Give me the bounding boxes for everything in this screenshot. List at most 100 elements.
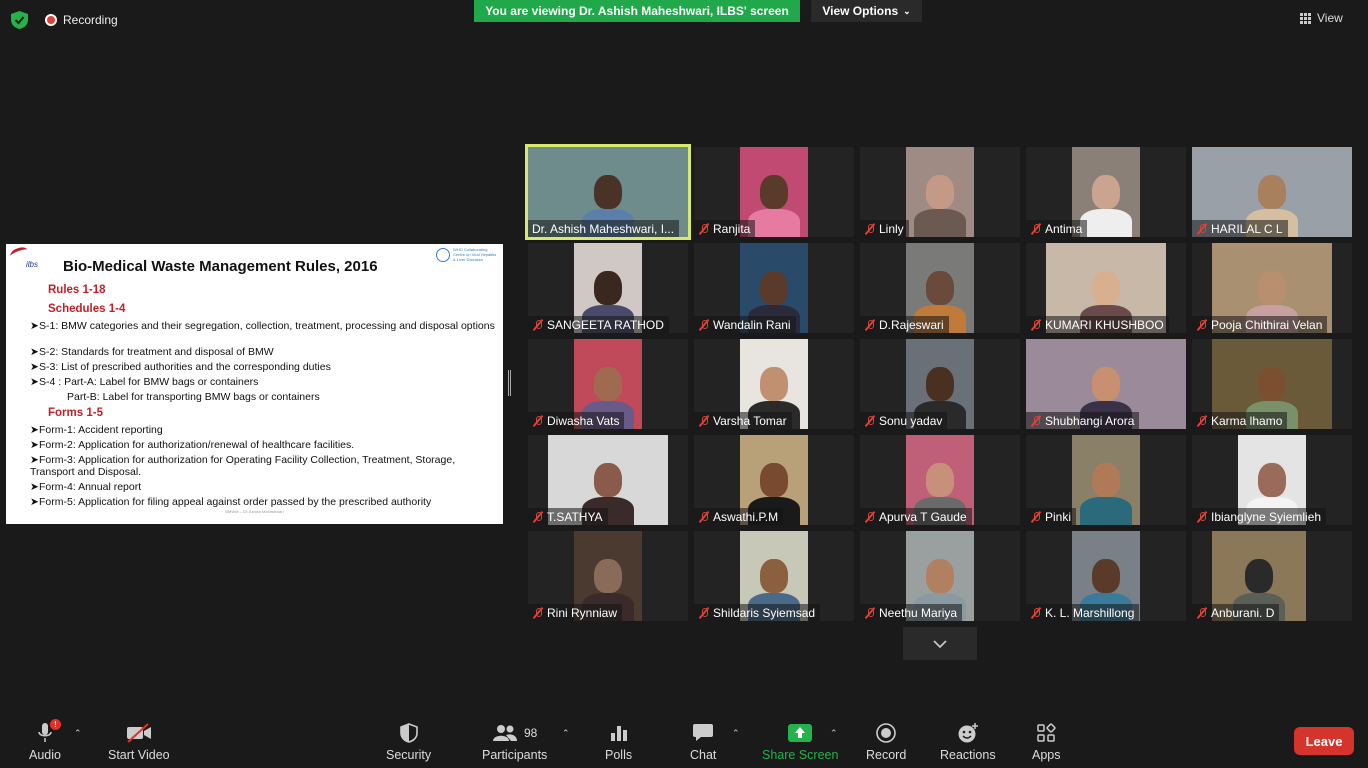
leave-button[interactable]: Leave [1294, 727, 1354, 755]
participant-tile[interactable]: Diwasha Vats [528, 339, 688, 429]
muted-mic-icon [532, 511, 544, 523]
participant-name: D.Rajeswari [879, 317, 944, 332]
participant-name-tag: Shildaris Syiemsad [694, 604, 821, 621]
security-shield-icon[interactable] [11, 11, 28, 29]
apps-button[interactable]: Apps [1032, 722, 1061, 762]
participant-tile[interactable]: D.Rajeswari [860, 243, 1020, 333]
form-item: ➤Form-5: Application for filing appeal a… [30, 496, 432, 508]
participant-name-tag: Pooja Chithirai Velan [1192, 316, 1328, 333]
panel-splitter-handle[interactable] [508, 370, 511, 396]
participant-name-tag: Diwasha Vats [528, 412, 625, 429]
who-globe-icon [436, 247, 450, 262]
chat-options-caret[interactable]: ⌃ [732, 728, 740, 739]
participant-head [594, 367, 622, 401]
participant-tile[interactable]: T.SATHYA [528, 435, 688, 525]
security-button[interactable]: Security [386, 722, 431, 762]
participant-tile[interactable]: Sonu yadav [860, 339, 1020, 429]
participant-tile[interactable]: Linly [860, 147, 1020, 237]
participant-tile[interactable]: Apurva T Gaude [860, 435, 1020, 525]
participant-name-tag: Karma lhamo [1192, 412, 1288, 429]
participant-name: Ibianglyne Syiemlieh [1211, 509, 1322, 524]
participant-name-tag: Ranjita [694, 220, 756, 237]
participant-name: SANGEETA RATHOD [547, 317, 664, 332]
view-options-button[interactable]: View Options ⌄ [811, 0, 922, 22]
participant-name-tag: Wandalin Rani [694, 316, 796, 333]
participant-head [1258, 271, 1286, 305]
participant-tile[interactable]: Ibianglyne Syiemlieh [1192, 435, 1352, 525]
next-page-button[interactable] [903, 627, 977, 660]
participant-tile[interactable]: Pinki [1026, 435, 1186, 525]
participant-name: KUMARI KHUSHBOO [1045, 317, 1164, 332]
muted-mic-icon [1196, 607, 1208, 619]
participant-name: Linly [879, 221, 904, 236]
participant-name-tag: Apurva T Gaude [860, 508, 972, 525]
reactions-label: Reactions [940, 748, 996, 762]
participant-tile[interactable]: Shubhangi Arora [1026, 339, 1186, 429]
participant-tile[interactable]: SANGEETA RATHOD [528, 243, 688, 333]
slide-footer: BMWM – Dr. Ashish Maheshwari [225, 509, 284, 514]
participant-tile[interactable]: Rini Rynniaw [528, 531, 688, 621]
participant-tile[interactable]: Neethu Mariya [860, 531, 1020, 621]
viewing-screen-banner: You are viewing Dr. Ashish Maheshwari, I… [474, 0, 800, 22]
recording-indicator[interactable]: Recording [45, 13, 118, 27]
participant-name-tag: D.Rajeswari [860, 316, 949, 333]
participant-name-tag: Aswathi.P.M [694, 508, 784, 525]
participant-tile[interactable]: Varsha Tomar [694, 339, 854, 429]
participants-label: Participants [482, 748, 548, 762]
participant-body [1080, 497, 1132, 525]
participants-options-caret[interactable]: ⌃ [562, 728, 570, 739]
reactions-button[interactable]: Reactions [940, 722, 996, 762]
video-off-icon [126, 722, 152, 744]
participant-tile[interactable]: Anburani. D [1192, 531, 1352, 621]
audio-label: Audio [29, 748, 61, 762]
muted-mic-icon [864, 319, 876, 331]
view-label: View [1317, 11, 1343, 25]
audio-button[interactable]: ! Audio [29, 719, 61, 762]
participant-head [760, 367, 788, 401]
muted-mic-icon [532, 319, 544, 331]
polls-bar-icon [610, 722, 628, 744]
participant-tile[interactable]: Ranjita [694, 147, 854, 237]
participants-button[interactable]: 98 Participants [482, 722, 547, 762]
participant-tile[interactable]: Shildaris Syiemsad [694, 531, 854, 621]
participant-head [760, 175, 788, 209]
muted-mic-icon [1196, 415, 1208, 427]
logo-swoosh-icon [8, 245, 30, 261]
participant-head [926, 367, 954, 401]
recording-dot-icon [45, 14, 57, 26]
start-video-button[interactable]: Start Video [108, 722, 170, 762]
grid-view-icon [1300, 12, 1311, 24]
participant-tile[interactable]: HARILAL C L [1192, 147, 1352, 237]
participant-name-tag: Varsha Tomar [694, 412, 792, 429]
share-screen-button[interactable]: Share Screen [762, 722, 838, 762]
participants-count: 98 [523, 726, 538, 740]
participant-tile[interactable]: Antima [1026, 147, 1186, 237]
participant-tile[interactable]: Wandalin Rani [694, 243, 854, 333]
chat-button[interactable]: Chat [690, 722, 716, 762]
muted-mic-icon [532, 415, 544, 427]
audio-warning-badge: ! [49, 719, 61, 730]
participant-head [760, 559, 788, 593]
participant-tile[interactable]: Aswathi.P.M [694, 435, 854, 525]
form-item: ➤Form-3: Application for authorization f… [30, 454, 456, 478]
participant-head [926, 463, 954, 497]
participant-head [1092, 175, 1120, 209]
view-button[interactable]: View [1300, 11, 1343, 25]
chat-bubble-icon [692, 722, 714, 744]
share-options-caret[interactable]: ⌃ [830, 728, 838, 739]
participant-tile[interactable]: K. L. Marshillong [1026, 531, 1186, 621]
microphone-icon: ! [37, 719, 61, 744]
participant-head [1258, 463, 1286, 497]
participant-tile[interactable]: Karma lhamo [1192, 339, 1352, 429]
polls-button[interactable]: Polls [605, 722, 632, 762]
schedule-partb: Part-B: Label for transporting BMW bags … [67, 391, 320, 403]
record-button[interactable]: Record [866, 722, 906, 762]
muted-mic-icon [698, 607, 710, 619]
audio-options-caret[interactable]: ⌃ [74, 728, 82, 739]
shared-screen-slide: ilbs WHO Collaborating Centre on Viral H… [6, 244, 503, 524]
participant-tile[interactable]: KUMARI KHUSHBOO [1026, 243, 1186, 333]
participant-tile[interactable]: Dr. Ashish Maheshwari, I... [525, 144, 691, 240]
participant-head [1092, 271, 1120, 305]
participant-tile[interactable]: Pooja Chithirai Velan [1192, 243, 1352, 333]
muted-mic-icon [698, 415, 710, 427]
